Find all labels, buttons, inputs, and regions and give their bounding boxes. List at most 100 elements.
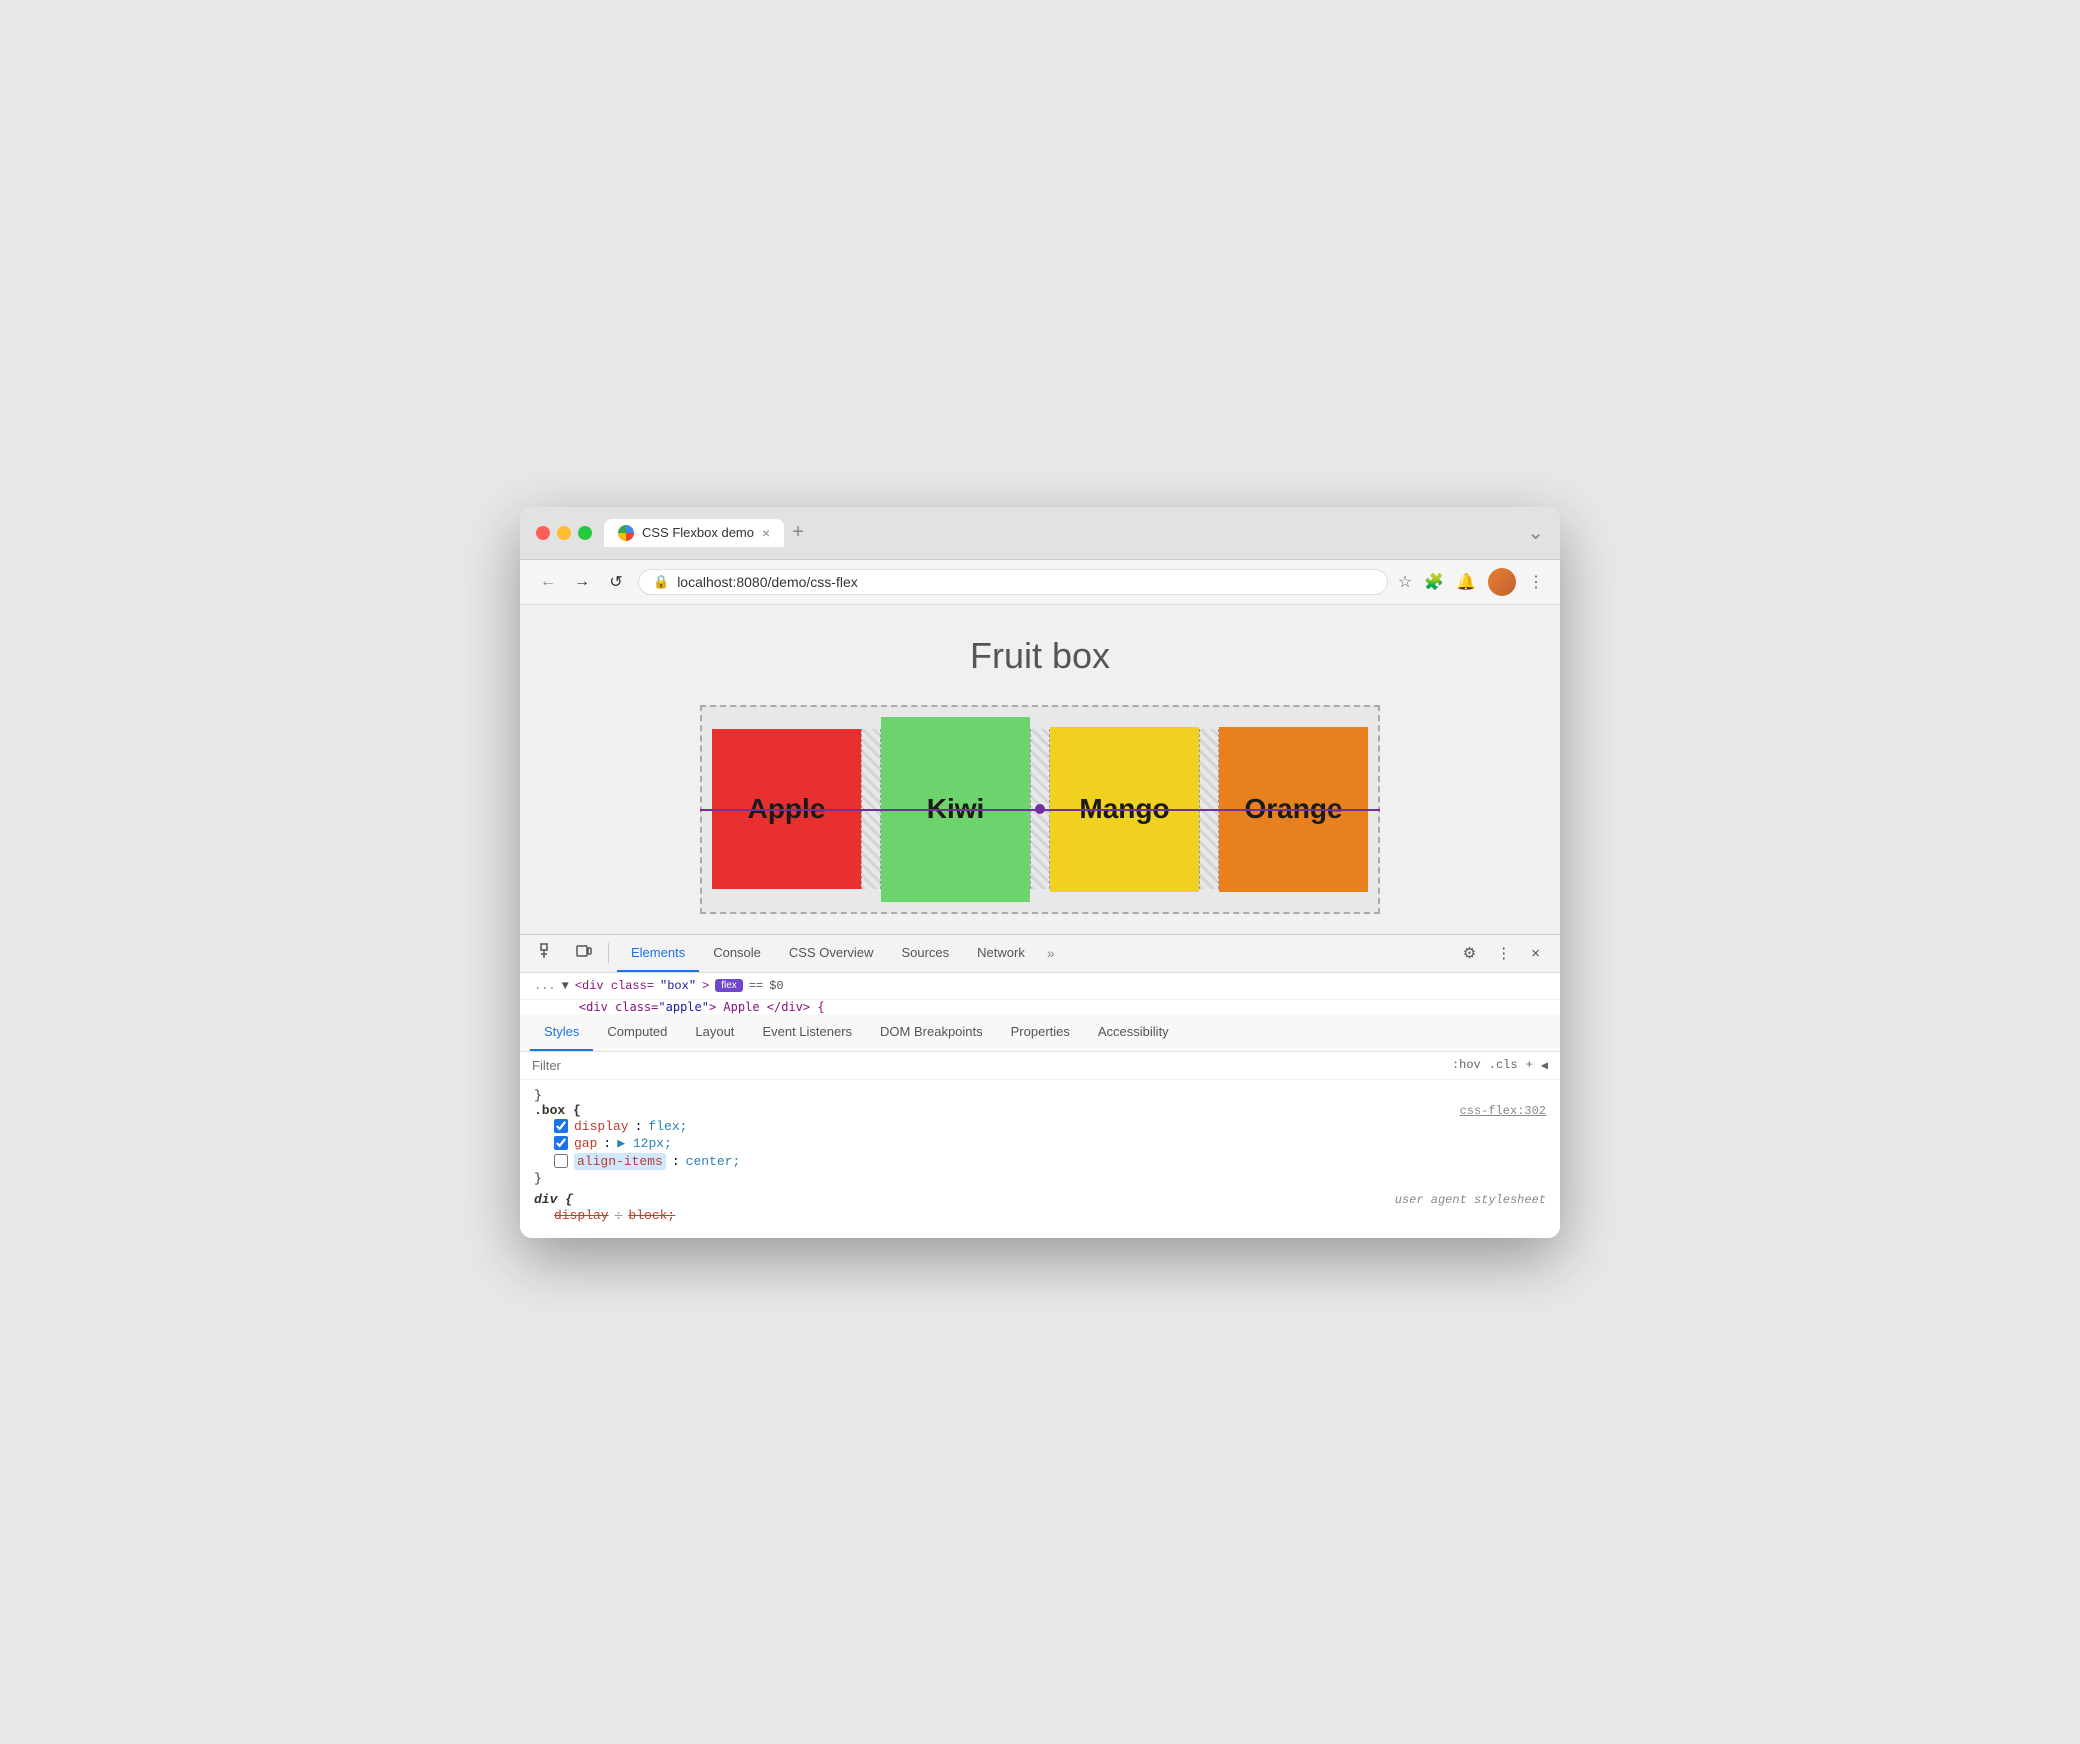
devtools-tab-network[interactable]: Network (963, 935, 1039, 972)
new-tab-button[interactable]: + (792, 521, 804, 544)
dom-dollar: $0 (769, 979, 783, 993)
dom-expand-arrow[interactable]: ▼ (562, 979, 569, 993)
styles-tab-computed[interactable]: Computed (593, 1014, 681, 1051)
devtools-panel: Elements Console CSS Overview Sources Ne… (520, 934, 1560, 1238)
flex-gap-3 (1199, 729, 1219, 889)
dom-ellipsis: ... (534, 979, 556, 993)
toggle-sidebar-button[interactable]: ◀ (1541, 1058, 1548, 1073)
css-rule-box: .box { css-flex:302 display : flex; gap … (534, 1103, 1546, 1186)
forward-button[interactable]: → (570, 570, 594, 594)
device-toggle-button[interactable] (568, 935, 600, 971)
notification-button[interactable]: 🔔 (1456, 572, 1476, 592)
devtools-settings-button[interactable]: ⚙ (1455, 936, 1484, 970)
devtools-toolbar: Elements Console CSS Overview Sources Ne… (520, 935, 1560, 973)
css-selector-div: div { (534, 1192, 573, 1207)
flex-gap-1 (861, 729, 881, 889)
devtools-more-button[interactable]: ⋮ (1488, 936, 1519, 970)
devtools-tab-console[interactable]: Console (699, 935, 775, 972)
css-selector-box: .box { (534, 1103, 581, 1118)
dom-child-preview: <div class="apple"> Apple </div> { (520, 1000, 1560, 1014)
styles-tab-properties[interactable]: Properties (997, 1014, 1084, 1051)
add-rule-button[interactable]: + (1526, 1058, 1533, 1072)
fruit-orange: Orange (1219, 727, 1368, 892)
css-rule-area: } .box { css-flex:302 display : flex; ga (520, 1080, 1560, 1238)
styles-panel-tabs: Styles Computed Layout Event Listeners D… (520, 1014, 1560, 1052)
devtools-tab-css-overview[interactable]: CSS Overview (775, 935, 888, 972)
css-colon-align: : (672, 1154, 680, 1169)
profile-icon[interactable]: ⌄ (1527, 520, 1544, 545)
fruit-kiwi: Kiwi (881, 717, 1030, 902)
extension-button[interactable]: 🧩 (1424, 572, 1444, 592)
dom-class-value: "box" (660, 979, 696, 993)
css-prop-gap: gap : ▶ 12px; (534, 1135, 1546, 1152)
styles-tab-layout[interactable]: Layout (681, 1014, 748, 1051)
styles-tab-accessibility[interactable]: Accessibility (1084, 1014, 1183, 1051)
css-colon-display: : (635, 1119, 643, 1134)
hov-button[interactable]: :hov (1452, 1058, 1481, 1072)
dom-equals: == (749, 979, 763, 993)
css-property-name-gap: gap (574, 1136, 597, 1151)
address-bar[interactable]: 🔒 localhost:8080/demo/css-flex (638, 569, 1388, 595)
css-ua-colon: : (615, 1208, 623, 1223)
star-button[interactable]: ☆ (1398, 572, 1412, 592)
devtools-tab-elements[interactable]: Elements (617, 935, 699, 972)
css-rule-box-closing: } (534, 1171, 1546, 1186)
devtools-more-tabs[interactable]: » (1039, 937, 1063, 969)
css-ua-property-name: display (554, 1208, 609, 1223)
fruit-apple: Apple (712, 729, 861, 889)
css-prop-ua-display: display : block; (534, 1207, 1546, 1224)
tab-bar: CSS Flexbox demo × + (604, 519, 1515, 547)
browser-tab[interactable]: CSS Flexbox demo × (604, 519, 784, 547)
page-title: Fruit box (970, 635, 1110, 677)
css-property-name-align-items: align-items (574, 1153, 666, 1170)
browser-controls: ← → ↺ 🔒 localhost:8080/demo/css-flex ☆ 🧩… (520, 560, 1560, 605)
minimize-button[interactable] (557, 526, 571, 540)
menu-button[interactable]: ⋮ (1528, 572, 1544, 592)
back-button[interactable]: ← (536, 570, 560, 594)
tab-close-button[interactable]: × (762, 525, 770, 541)
flex-badge: flex (715, 979, 743, 992)
css-ua-rule-header: div { user agent stylesheet (534, 1192, 1546, 1207)
css-source-link[interactable]: css-flex:302 (1460, 1104, 1546, 1118)
traffic-lights (536, 526, 592, 540)
center-dot (1035, 804, 1045, 814)
styles-tab-dom-breakpoints[interactable]: DOM Breakpoints (866, 1014, 997, 1051)
devtools-settings: ⚙ ⋮ × (1455, 936, 1548, 970)
styles-filter-bar: :hov .cls + ◀ (520, 1052, 1560, 1080)
css-gap-checkbox[interactable] (554, 1136, 568, 1150)
dom-close-angle: > (702, 979, 709, 993)
dom-open-tag: <div class= (575, 979, 654, 993)
css-prop-align-items: align-items : center; (534, 1152, 1546, 1171)
css-align-items-checkbox[interactable] (554, 1154, 568, 1168)
css-property-name-display: display (574, 1119, 629, 1134)
css-ua-source: user agent stylesheet (1395, 1193, 1546, 1207)
dom-breadcrumb: ... ▼ <div class= "box" > flex == $0 (520, 973, 1560, 1000)
fruit-mango: Mango (1050, 727, 1199, 892)
styles-tab-event-listeners[interactable]: Event Listeners (748, 1014, 866, 1051)
css-property-value-display: flex; (648, 1119, 687, 1134)
inspect-element-button[interactable] (532, 935, 564, 971)
tab-label: CSS Flexbox demo (642, 525, 754, 540)
css-rule-ua: div { user agent stylesheet display : bl… (534, 1192, 1546, 1224)
maximize-button[interactable] (578, 526, 592, 540)
devtools-close-button[interactable]: × (1523, 936, 1548, 970)
css-rule-header: .box { css-flex:302 (534, 1103, 1546, 1118)
avatar-button[interactable] (1488, 568, 1516, 596)
security-icon: 🔒 (653, 574, 669, 590)
css-colon-gap: : (603, 1136, 611, 1151)
close-button[interactable] (536, 526, 550, 540)
css-property-value-align-items: center; (686, 1154, 741, 1169)
title-bar: CSS Flexbox demo × + ⌄ (520, 507, 1560, 560)
styles-tab-styles[interactable]: Styles (530, 1014, 593, 1051)
page-content: Fruit box Apple Kiwi Mango Orange (520, 605, 1560, 934)
browser-window: CSS Flexbox demo × + ⌄ ← → ↺ 🔒 localhost… (520, 507, 1560, 1238)
devtools-tab-sources[interactable]: Sources (887, 935, 963, 972)
refresh-button[interactable]: ↺ (604, 570, 628, 594)
css-prev-closing-brace: } (534, 1088, 1546, 1103)
cls-button[interactable]: .cls (1489, 1058, 1518, 1072)
styles-filter-input[interactable] (532, 1058, 1452, 1073)
devtools-tabs: Elements Console CSS Overview Sources Ne… (617, 935, 1451, 972)
css-prop-display: display : flex; (534, 1118, 1546, 1135)
css-display-checkbox[interactable] (554, 1119, 568, 1133)
toolbar-separator (608, 943, 609, 963)
